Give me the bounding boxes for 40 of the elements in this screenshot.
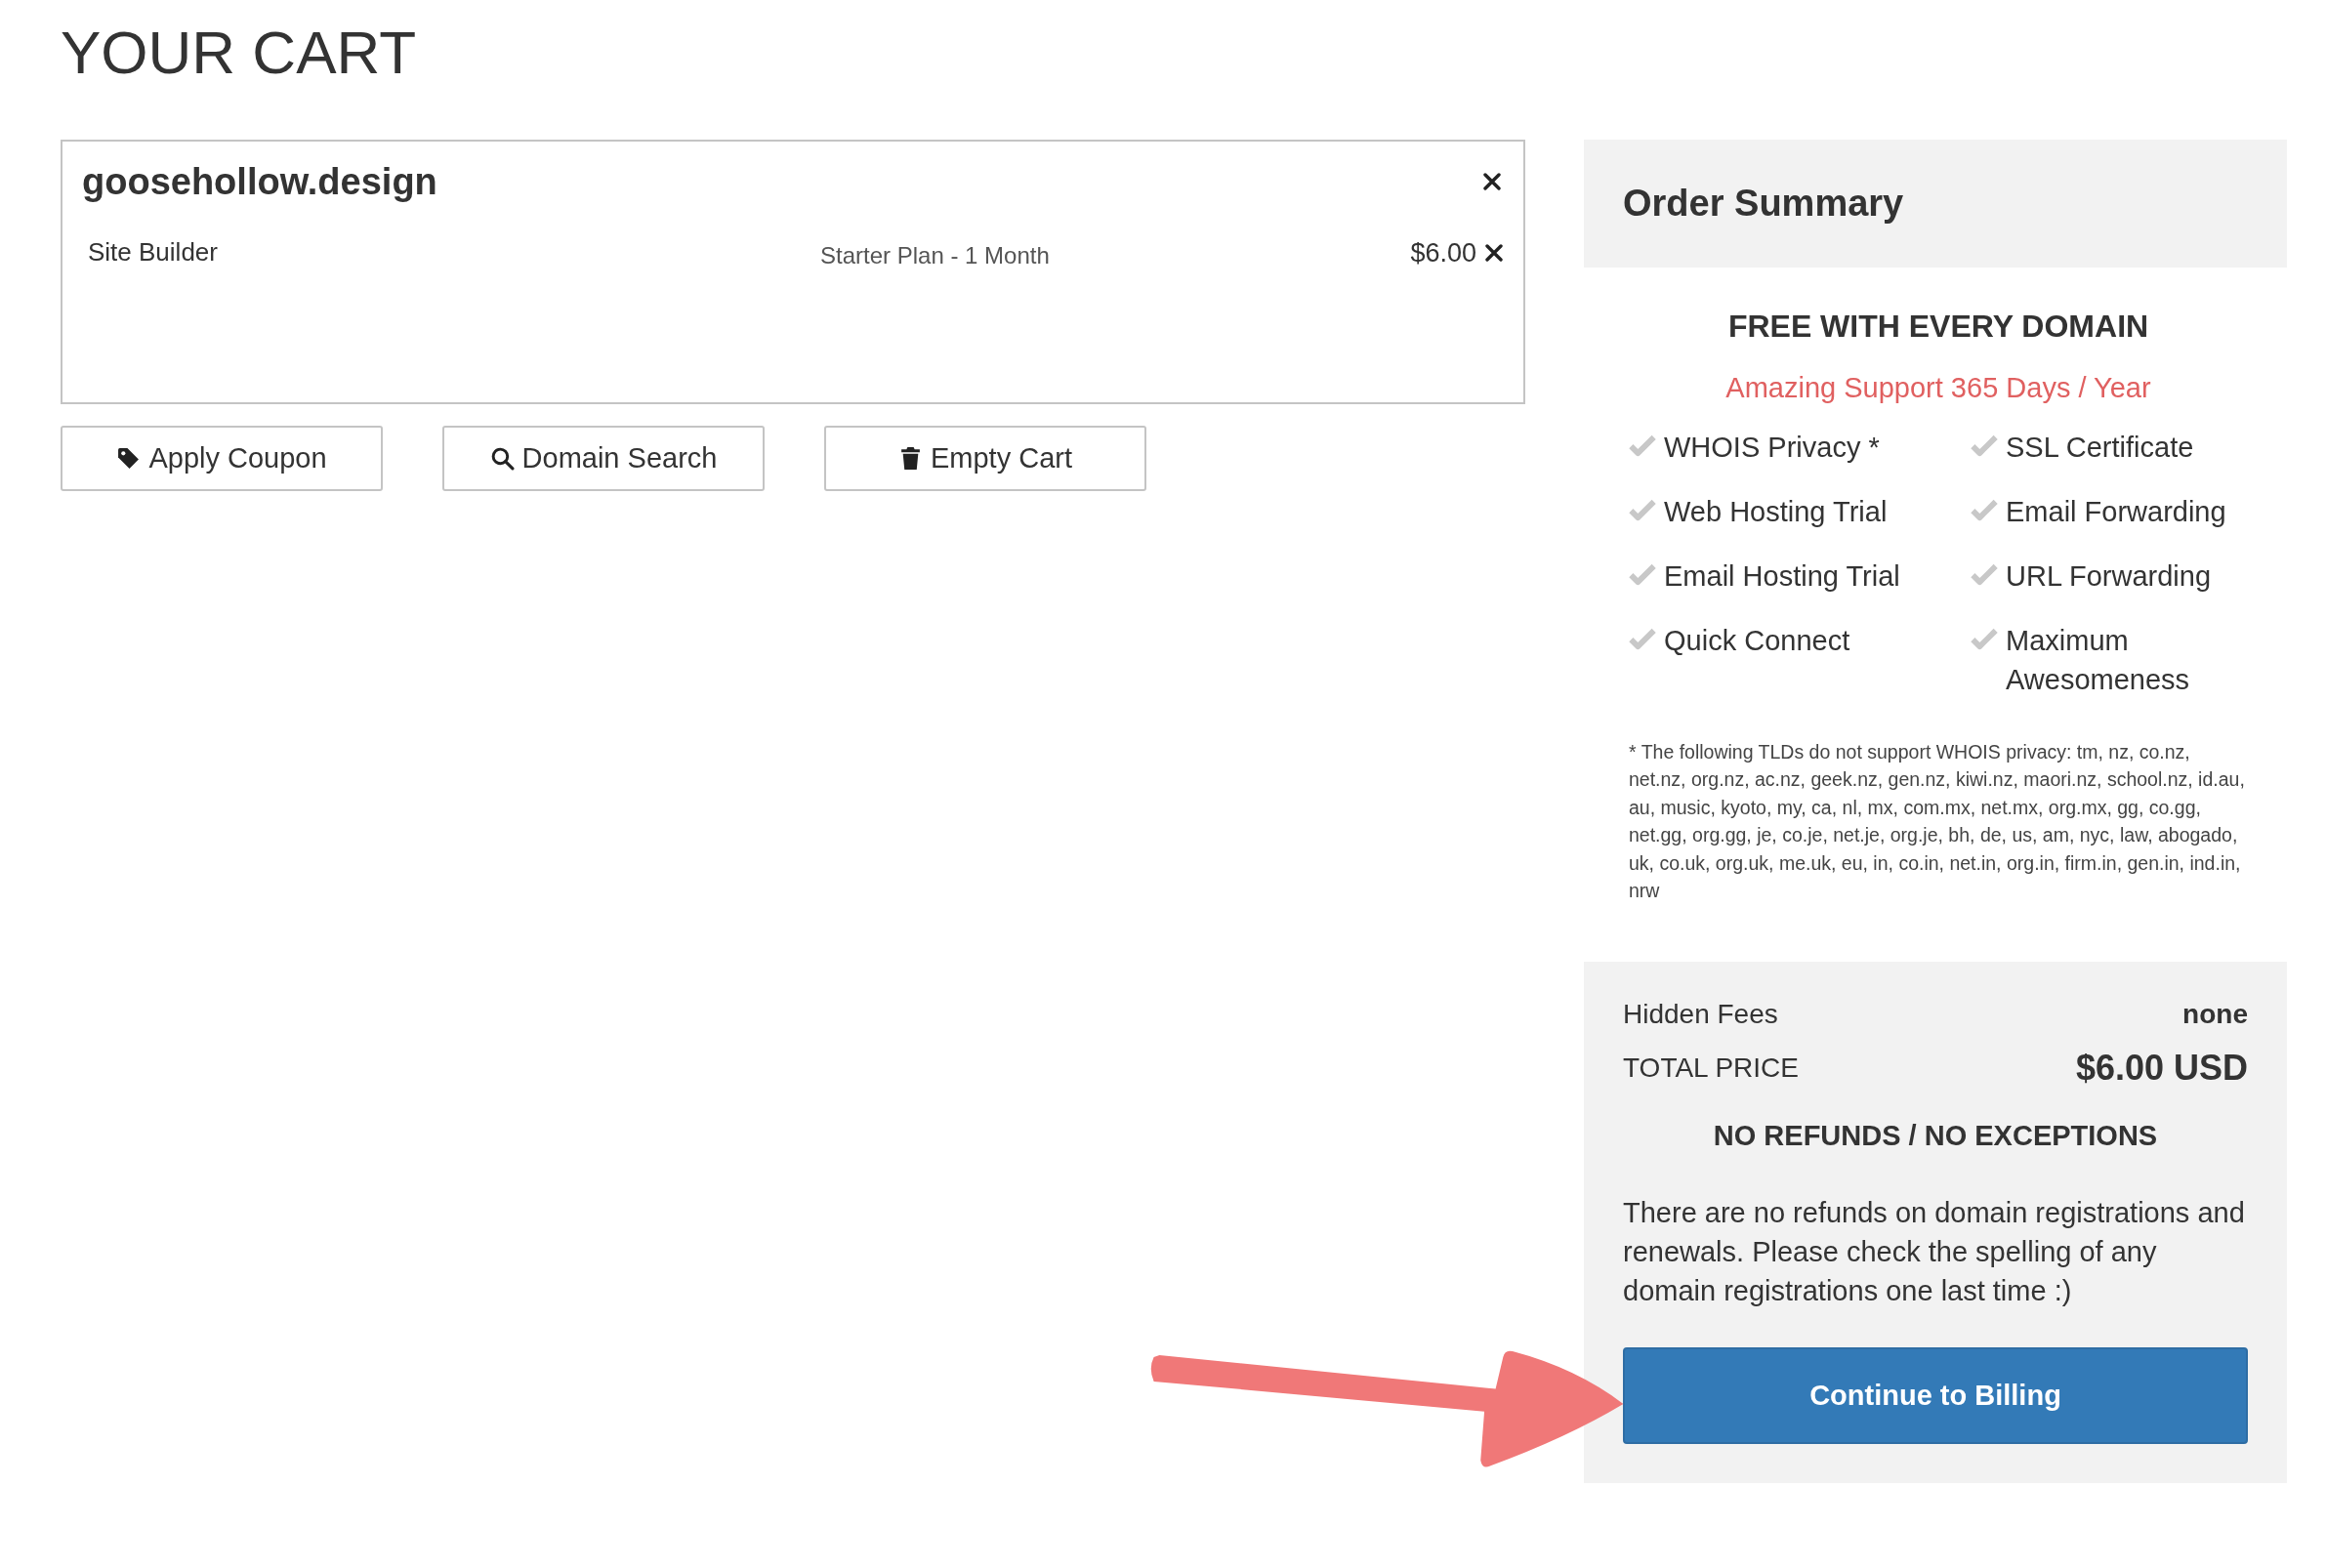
check-icon bbox=[1629, 433, 1656, 457]
feature-label: Quick Connect bbox=[1664, 623, 1850, 658]
feature-label: Web Hosting Trial bbox=[1664, 494, 1888, 529]
refund-heading: NO REFUNDS / NO EXCEPTIONS bbox=[1712, 1119, 2159, 1152]
check-icon bbox=[1971, 561, 1998, 586]
continue-button[interactable]: Continue to Billing bbox=[1623, 1346, 2248, 1444]
feature-label: SSL Certificate bbox=[2006, 430, 2194, 465]
refund-text: There are no refunds on domain registrations and renewals. Please check the spelling of any domain registrations one last time :) bbox=[1623, 1195, 2246, 1308]
feature-label: Email Forwarding bbox=[2006, 494, 2226, 529]
product-price: $6.00 bbox=[1410, 237, 1476, 269]
check-icon bbox=[1629, 626, 1656, 650]
domain-name: goosehollow.design bbox=[82, 160, 437, 203]
check-icon bbox=[1971, 433, 1998, 457]
trash-icon bbox=[898, 445, 923, 471]
domain-search-button[interactable]: Domain Search bbox=[442, 425, 765, 491]
feature-label: WHOIS Privacy * bbox=[1664, 430, 1880, 465]
check-icon bbox=[1971, 626, 1998, 650]
remove-icon[interactable] bbox=[1484, 242, 1504, 263]
fees-value: none bbox=[2182, 998, 2248, 1030]
tag-icon bbox=[116, 445, 142, 471]
total-value: $6.00 USD bbox=[2075, 1047, 2248, 1089]
page-title: YOUR CART bbox=[61, 18, 417, 88]
feature-label: URL Forwarding bbox=[2006, 558, 2212, 594]
product-name: Site Builder bbox=[88, 237, 219, 268]
product-plan: Starter Plan - 1 Month bbox=[820, 240, 1051, 269]
total-label: TOTAL PRICE bbox=[1623, 1052, 1799, 1084]
apply-coupon-button[interactable]: Apply Coupon bbox=[61, 425, 383, 491]
feature-label: Maximum Awesomeness bbox=[2006, 623, 2191, 697]
footnote: * The following TLDs do not support WHOIS privacy: tm, nz, co.nz, net.nz, org.nz, ac.nz, geek.nz, gen.nz, kiwi.nz, maori.nz, school.nz, id.au, au, music, kyoto, my, ca, nl, mx, com.mx, net.mx, org.mx, gg, co.gg, net.gg, org.gg, je, co.je, net.je, org.je, bh, de, us, am, nyc, law, abogado, uk, co.uk, org.uk, me.uk, eu, in, co.in, net.in, org.in, firm.in, gen.in, ind.in, nrw bbox=[1629, 739, 2246, 904]
fees-label: Hidden Fees bbox=[1623, 998, 1778, 1030]
empty-cart-button[interactable]: Empty Cart bbox=[824, 425, 1146, 491]
summary-title: Order Summary bbox=[1623, 182, 1904, 225]
search-icon bbox=[489, 445, 515, 471]
feature-label: Email Hosting Trial bbox=[1664, 558, 1900, 594]
free-heading: FREE WITH EVERY DOMAIN bbox=[1726, 308, 2150, 345]
check-icon bbox=[1971, 497, 1998, 521]
check-icon bbox=[1629, 561, 1656, 586]
support-text: Amazing Support 365 Days / Year bbox=[1724, 371, 2152, 404]
remove-icon[interactable] bbox=[1482, 172, 1502, 192]
check-icon bbox=[1629, 497, 1656, 521]
